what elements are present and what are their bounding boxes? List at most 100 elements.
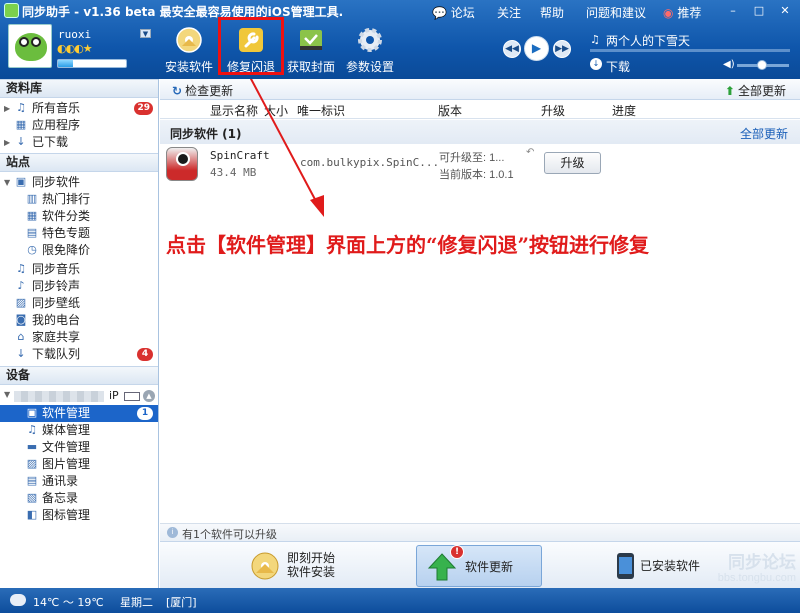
- minimize-button[interactable]: –: [726, 4, 740, 18]
- sidebar-item-file-management[interactable]: ▬ 文件管理: [0, 439, 158, 456]
- house-icon: ⌂: [17, 330, 25, 343]
- collapse-arrow-icon[interactable]: ▼: [4, 390, 10, 399]
- volume-knob[interactable]: [757, 60, 767, 70]
- expand-arrow-icon[interactable]: ▶: [4, 100, 10, 117]
- group-header: 同步软件 (1) 全部更新: [160, 120, 800, 144]
- app-logo-icon: [4, 3, 19, 18]
- notes-icon: ▧: [26, 491, 38, 504]
- sidebar-item-sync-ringtones[interactable]: ♪ 同步铃声: [0, 278, 158, 295]
- annotation-text: 点击【软件管理】界面上方的“修复闪退”按钮进行修复: [166, 233, 650, 257]
- count-badge: 29: [134, 102, 153, 115]
- column-id[interactable]: 唯一标识: [297, 102, 345, 119]
- collapse-arrow-icon[interactable]: ▼: [4, 174, 10, 191]
- app-store-icon: ▣: [15, 175, 27, 188]
- clock-icon: ◷: [27, 243, 37, 256]
- upgrade-to-version: 可升级至: 1...: [439, 152, 505, 164]
- sidebar-item-apps[interactable]: ▦ 应用程序: [0, 117, 158, 134]
- headphone-icon: ♫: [590, 33, 600, 46]
- highlight-box: [218, 17, 284, 75]
- upgrade-button[interactable]: 升级: [544, 152, 601, 174]
- device-name-blurred: [14, 391, 104, 402]
- next-track-icon[interactable]: ▶▶: [553, 40, 571, 58]
- volume-icon: ◀): [723, 59, 735, 70]
- alert-badge: !: [450, 545, 464, 559]
- sidebar-item-download-queue[interactable]: ↓ 下载队列 4: [0, 346, 158, 363]
- weather-city[interactable]: [厦门]: [166, 594, 197, 610]
- sidebar-item-my-radio[interactable]: ◙ 我的电台: [0, 312, 158, 329]
- eye-icon: ◉: [663, 6, 674, 20]
- get-cover-button[interactable]: 获取封面: [281, 24, 341, 76]
- prev-track-icon[interactable]: ◀◀: [503, 40, 521, 58]
- sidebar-item-free-discount[interactable]: ◷ 限免降价: [0, 242, 158, 259]
- check-update-button[interactable]: ↻ 检查更新: [172, 82, 233, 99]
- sidebar-item-contacts[interactable]: ▤ 通讯录: [0, 473, 158, 490]
- radio-icon: ◙: [15, 313, 27, 326]
- sidebar-item-all-music[interactable]: ▶ ♫ 所有音乐 29: [0, 100, 158, 117]
- maximize-button[interactable]: □: [752, 4, 766, 18]
- column-upgrade[interactable]: 升级: [541, 102, 565, 119]
- tab-install-now[interactable]: 即刻开始 软件安装: [240, 545, 370, 587]
- bottom-tab-bar: 即刻开始 软件安装 ! 软件更新 已安装软件 同步论坛 bbs.tongbu.c…: [160, 541, 800, 588]
- sidebar-item-downloaded[interactable]: ▶ ↓ 已下载: [0, 134, 158, 151]
- sidebar-item-home-sharing[interactable]: ⌂ 家庭共享: [0, 329, 158, 346]
- song-progress[interactable]: [590, 49, 790, 52]
- sidebar-item-categories[interactable]: ▦ 软件分类: [0, 208, 158, 225]
- feedback-link[interactable]: 问题和建议: [586, 4, 646, 21]
- column-size[interactable]: 大小: [264, 102, 288, 119]
- table-row[interactable]: SpinCraft 43.4 MB com.bulkypix.SpinC... …: [160, 145, 800, 185]
- install-software-button[interactable]: 安装软件: [159, 24, 219, 76]
- music-note-icon: ♫: [16, 262, 26, 275]
- tab-software-update[interactable]: ! 软件更新: [416, 545, 542, 587]
- column-progress[interactable]: 进度: [612, 102, 636, 119]
- download-link[interactable]: 下载: [606, 58, 630, 75]
- contacts-icon: ▤: [26, 474, 38, 487]
- version-link-icon[interactable]: ↶: [526, 147, 534, 158]
- expand-arrow-icon[interactable]: ▶: [4, 134, 10, 151]
- picture-icon: ▨: [26, 457, 38, 470]
- sidebar-item-notes[interactable]: ▧ 备忘录: [0, 490, 158, 507]
- sidebar-item-featured[interactable]: ▤ 特色专题: [0, 225, 158, 242]
- download-icon: ↓: [590, 58, 602, 70]
- app-store-icon: ▣: [26, 406, 38, 419]
- sidebar-item-hot-ranking[interactable]: ▥ 热门排行: [0, 191, 158, 208]
- sidebar-item-sync-wallpaper[interactable]: ▨ 同步壁纸: [0, 295, 158, 312]
- up-arrow-icon: ⬆: [724, 84, 735, 98]
- eject-icon[interactable]: ▲: [143, 390, 155, 402]
- music-note-icon: ♫: [16, 101, 26, 114]
- sidebar-item-media-management[interactable]: ♫ 媒体管理: [0, 422, 158, 439]
- close-button[interactable]: ✕: [778, 4, 792, 18]
- download-arrow-icon: ↓: [16, 347, 26, 360]
- settings-button[interactable]: 参数设置: [340, 24, 400, 76]
- avatar-eye-icon: [31, 37, 41, 47]
- update-all-button[interactable]: ⬆ 全部更新: [725, 82, 786, 99]
- count-badge: 1: [137, 407, 153, 420]
- recommend-link[interactable]: ◉ 推荐: [663, 4, 701, 21]
- sidebar-item-software-management[interactable]: ▣ 软件管理 1: [0, 405, 158, 422]
- user-level-icons: ◐◐◐★: [57, 42, 93, 55]
- forum-link[interactable]: 💬 论坛: [432, 4, 475, 21]
- picture-icon: ▨: [15, 296, 27, 309]
- sidebar-item-sync-software[interactable]: ▼ ▣ 同步软件: [0, 174, 158, 191]
- sidebar-section-station: 站点: [0, 153, 158, 172]
- app-name: SpinCraft: [210, 149, 270, 162]
- group-update-all-link[interactable]: 全部更新: [740, 125, 788, 142]
- column-version[interactable]: 版本: [438, 102, 462, 119]
- column-name[interactable]: 显示名称: [210, 102, 258, 119]
- icon-grid-icon: ◧: [26, 508, 38, 521]
- main-panel: ↻ 检查更新 ⬆ 全部更新 显示名称 大小 唯一标识 版本 升级 进度 同步软件 (…: [160, 79, 800, 588]
- spincraft-app-icon: [166, 147, 198, 181]
- user-menu-dropdown-icon[interactable]: ▼: [140, 29, 151, 38]
- sidebar-item-icon-management[interactable]: ◧ 图标管理: [0, 507, 158, 524]
- follow-link[interactable]: 关注: [497, 4, 521, 21]
- app-icon-face: [176, 152, 190, 166]
- user-level-progress-fill: [58, 60, 73, 67]
- sidebar-item-photo-management[interactable]: ▨ 图片管理: [0, 456, 158, 473]
- help-link[interactable]: 帮助: [540, 4, 564, 21]
- watermark: 同步论坛 bbs.tongbu.com: [717, 553, 796, 584]
- sidebar-item-sync-music[interactable]: ♫ 同步音乐: [0, 261, 158, 278]
- avatar[interactable]: [8, 24, 52, 68]
- play-icon[interactable]: ▶: [524, 36, 549, 61]
- tab-installed-software[interactable]: 已安装软件: [600, 545, 730, 587]
- device-row[interactable]: ▼ iP ▲: [0, 388, 158, 405]
- avatar-eye-icon: [19, 37, 29, 47]
